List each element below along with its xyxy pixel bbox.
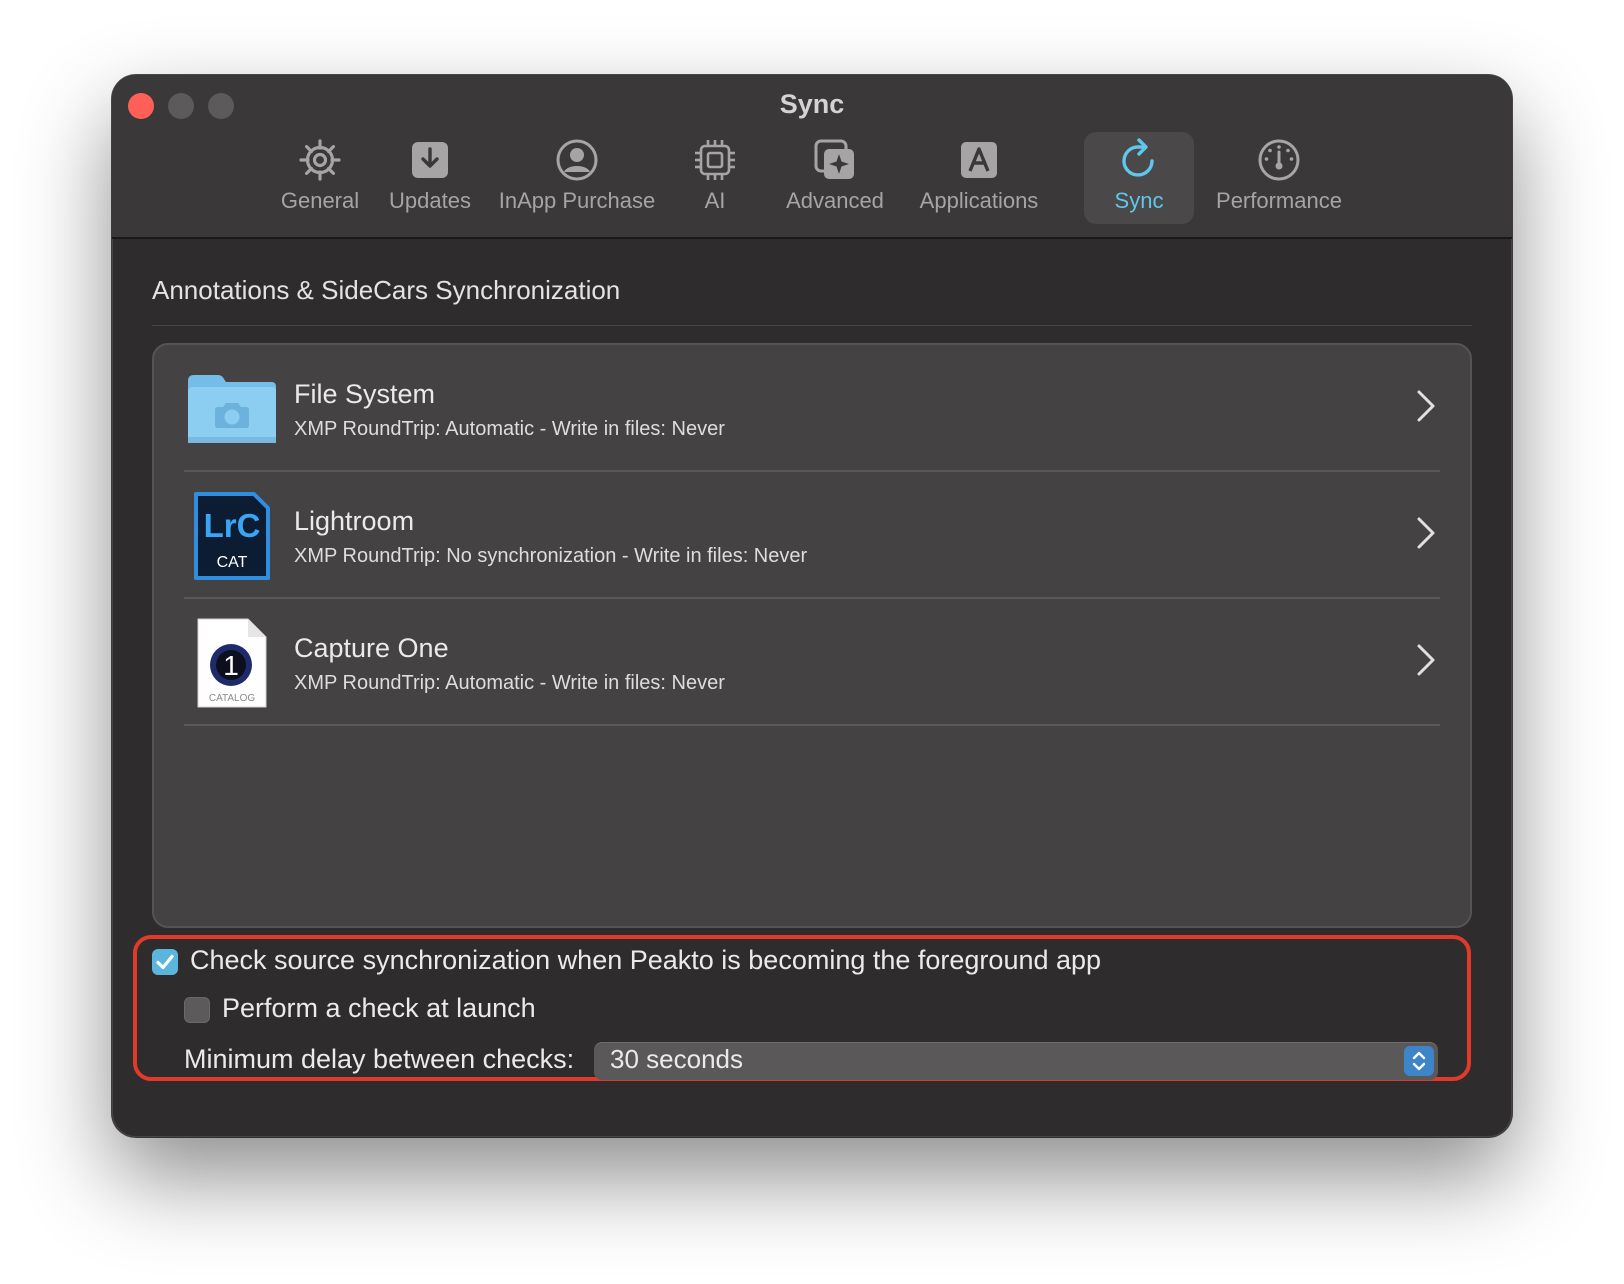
source-name: Capture One xyxy=(294,633,449,663)
source-description: XMP RoundTrip: Automatic - Write in file… xyxy=(294,418,725,440)
capture-one-catalog-icon: 1 CATALOG xyxy=(186,617,278,709)
cpu-chip-icon xyxy=(695,140,735,180)
speedometer-icon xyxy=(1258,139,1300,181)
tab-label: AI xyxy=(704,188,726,213)
tab-label: Advanced xyxy=(786,188,884,213)
check-launch-checkbox[interactable] xyxy=(184,997,210,1023)
min-delay-value: 30 seconds xyxy=(610,1044,743,1074)
tab-advanced[interactable]: Advanced xyxy=(777,132,893,224)
window-title: Sync xyxy=(779,89,845,119)
popup-stepper[interactable] xyxy=(1404,1046,1434,1076)
gear-icon xyxy=(299,139,341,181)
svg-text:CAT: CAT xyxy=(217,554,248,571)
tab-label: General xyxy=(280,188,360,213)
tab-label: Applications xyxy=(919,188,1039,213)
sync-sources-list: File System XMP RoundTrip: Automatic - W… xyxy=(152,343,1472,928)
tab-general[interactable]: General xyxy=(270,132,370,224)
svg-text:1: 1 xyxy=(223,650,239,681)
chevron-right-icon xyxy=(1417,517,1435,549)
source-description: XMP RoundTrip: No synchronization - Writ… xyxy=(294,545,808,567)
tab-sync[interactable]: Sync xyxy=(1084,132,1194,224)
tab-applications[interactable]: Applications xyxy=(908,132,1050,224)
tab-inapp-purchase[interactable]: InApp Purchase xyxy=(492,132,662,224)
chevron-right-icon xyxy=(1417,390,1435,422)
tab-label: Updates xyxy=(389,188,471,213)
check-launch-label: Perform a check at launch xyxy=(222,993,536,1023)
source-description: XMP RoundTrip: Automatic - Write in file… xyxy=(294,672,725,694)
sync-arrow-icon xyxy=(1122,138,1154,177)
toolbar: Sync General Updates InApp Purchase AI A… xyxy=(112,75,1512,239)
tab-label: Sync xyxy=(1114,188,1164,213)
check-foreground-label: Check source synchronization when Peakto… xyxy=(190,945,1102,975)
section-divider xyxy=(152,325,1472,326)
lrc-cat-icon: LrC CAT xyxy=(186,490,278,582)
tab-label: InApp Purchase xyxy=(498,188,656,213)
checkmark-icon xyxy=(156,954,174,970)
sparkle-square-icon xyxy=(814,139,854,179)
chevron-right-icon xyxy=(1417,644,1435,676)
source-row-file-system[interactable]: File System XMP RoundTrip: Automatic - W… xyxy=(154,345,1470,472)
tab-label: Performance xyxy=(1216,188,1342,213)
svg-text:CATALOG: CATALOG xyxy=(209,693,256,704)
tab-ai[interactable]: AI xyxy=(685,132,745,224)
svg-text:LrC: LrC xyxy=(204,507,261,544)
chevron-up-down-icon xyxy=(1412,1051,1426,1071)
download-arrow-icon xyxy=(412,142,448,178)
check-foreground-checkbox[interactable] xyxy=(152,949,178,975)
min-delay-label: Minimum delay between checks: xyxy=(184,1044,575,1074)
person-circle-icon xyxy=(556,139,598,181)
row-divider xyxy=(184,724,1440,726)
preferences-window: Sync General Updates InApp Purchase AI A… xyxy=(112,75,1512,1137)
a-square-icon xyxy=(961,142,997,178)
min-delay-popup[interactable]: 30 seconds xyxy=(594,1042,1438,1080)
source-name: Lightroom xyxy=(294,506,415,536)
source-row-capture-one[interactable]: 1 CATALOG Capture One XMP RoundTrip: Aut… xyxy=(154,599,1470,726)
tab-performance[interactable]: Performance xyxy=(1206,132,1352,224)
section-title: Annotations & SideCars Synchronization xyxy=(152,275,621,305)
source-row-lightroom[interactable]: LrC CAT Lightroom XMP RoundTrip: No sync… xyxy=(154,472,1470,599)
source-name: File System xyxy=(294,379,436,409)
tab-updates[interactable]: Updates xyxy=(380,132,480,224)
folder-camera-icon xyxy=(186,363,278,455)
